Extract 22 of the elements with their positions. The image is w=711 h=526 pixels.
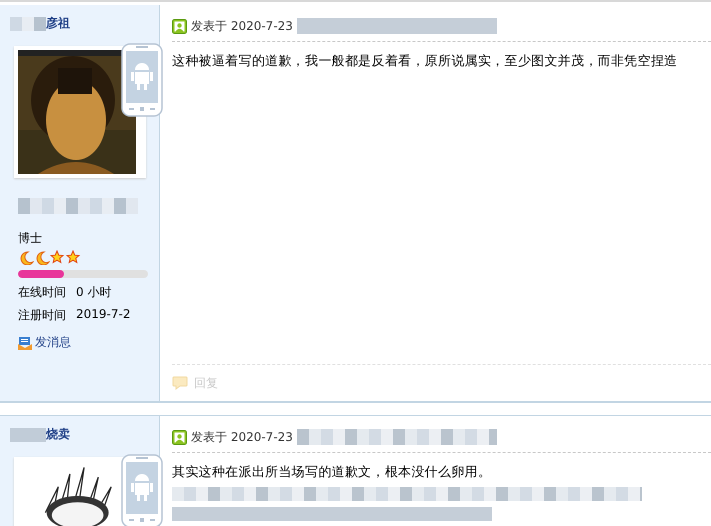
stat-label: 在线时间 <box>18 284 66 301</box>
stat-value: 0 小时 <box>76 284 112 301</box>
user-icon <box>172 430 187 444</box>
stat-value: 2019-7-2 <box>76 307 130 323</box>
post-text: 这种被逼着写的道歉，我一般都是反着看，原所说属实，至少图文并茂，而非凭空捏造 <box>172 53 678 70</box>
post-time: 发表于 2020-7-23 <box>191 18 293 34</box>
speech-bubble-icon <box>172 376 188 390</box>
post-time: 发表于 2020-7-23 <box>191 428 293 446</box>
envelope-icon <box>18 336 32 350</box>
user-rank: 博士 <box>18 230 43 247</box>
username-link[interactable]: 彦祖 <box>46 15 70 32</box>
stat-label: 注册时间 <box>18 307 66 324</box>
moon-icon <box>34 250 50 265</box>
star-icon <box>66 250 82 265</box>
mosaic-drawing <box>10 16 46 30</box>
moon-icon <box>18 250 34 265</box>
post-text: 其实这种在派出所当场写的道歉文，根本没什么卵用。 <box>172 464 492 481</box>
star-icon <box>50 250 66 265</box>
username-link[interactable]: 烧卖 <box>46 426 70 443</box>
mosaic-drawing <box>10 428 46 442</box>
send-message-link[interactable]: 发消息 <box>18 334 149 351</box>
user-icon <box>172 18 187 34</box>
